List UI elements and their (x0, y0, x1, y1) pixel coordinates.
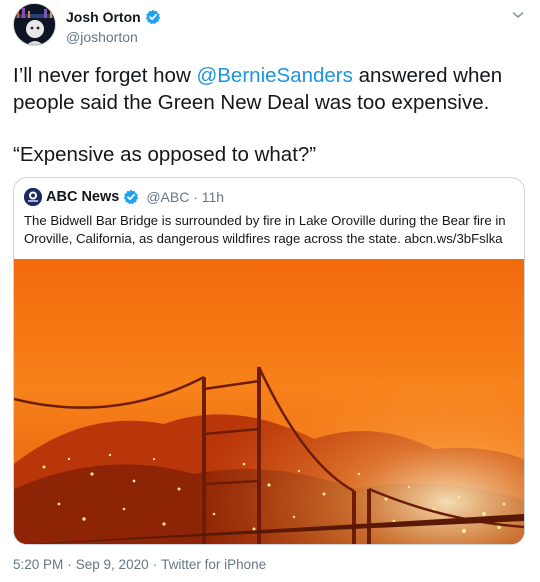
tweet-text-before: I’ll never forget how (13, 64, 197, 87)
quoted-header: ABC News @ABC · 11h (24, 187, 224, 207)
tweet: Josh Orton @joshorton I’ll never forget … (0, 0, 540, 582)
tweet-text: I’ll never forget how @BernieSanders ans… (13, 62, 528, 168)
tweet-date[interactable]: Sep 9, 2020 (76, 557, 149, 572)
quoted-handle: @ABC · 11h (146, 189, 225, 205)
wildfire-bridge-image (14, 259, 524, 544)
tweet-time[interactable]: 5:20 PM (13, 557, 63, 572)
author-name[interactable]: Josh Orton (66, 9, 141, 25)
quoted-text: The Bidwell Bar Bridge is surrounded by … (24, 213, 506, 246)
verified-badge-icon (145, 9, 161, 25)
chevron-down-icon[interactable] (510, 7, 526, 23)
tweet-header: Josh Orton @joshorton (13, 3, 528, 51)
author-info: Josh Orton @joshorton (66, 7, 161, 45)
separator: · (67, 557, 72, 572)
author-handle[interactable]: @joshorton (66, 29, 161, 45)
tweet-paragraph: I’ll never forget how @BernieSanders ans… (13, 62, 528, 116)
avatar-image (14, 4, 55, 45)
separator: · (152, 557, 158, 572)
tweet-source[interactable]: Twitter for iPhone (161, 557, 266, 572)
mention-link[interactable]: @BernieSanders (196, 64, 352, 87)
tweet-footer: 5:20 PM · Sep 9, 2020 · Twitter for iPho… (13, 557, 266, 572)
name-row: Josh Orton (66, 7, 161, 27)
avatar[interactable] (13, 3, 56, 46)
tweet-quote-line: “Expensive as opposed to what?” (13, 143, 317, 166)
quoted-tweet[interactable]: ABC News @ABC · 11h The Bidwell Bar Brid… (13, 177, 525, 545)
quoted-photo[interactable] (14, 259, 524, 544)
verified-badge-icon (123, 189, 139, 205)
quoted-name[interactable]: ABC News (46, 189, 119, 205)
quoted-avatar (24, 188, 42, 206)
